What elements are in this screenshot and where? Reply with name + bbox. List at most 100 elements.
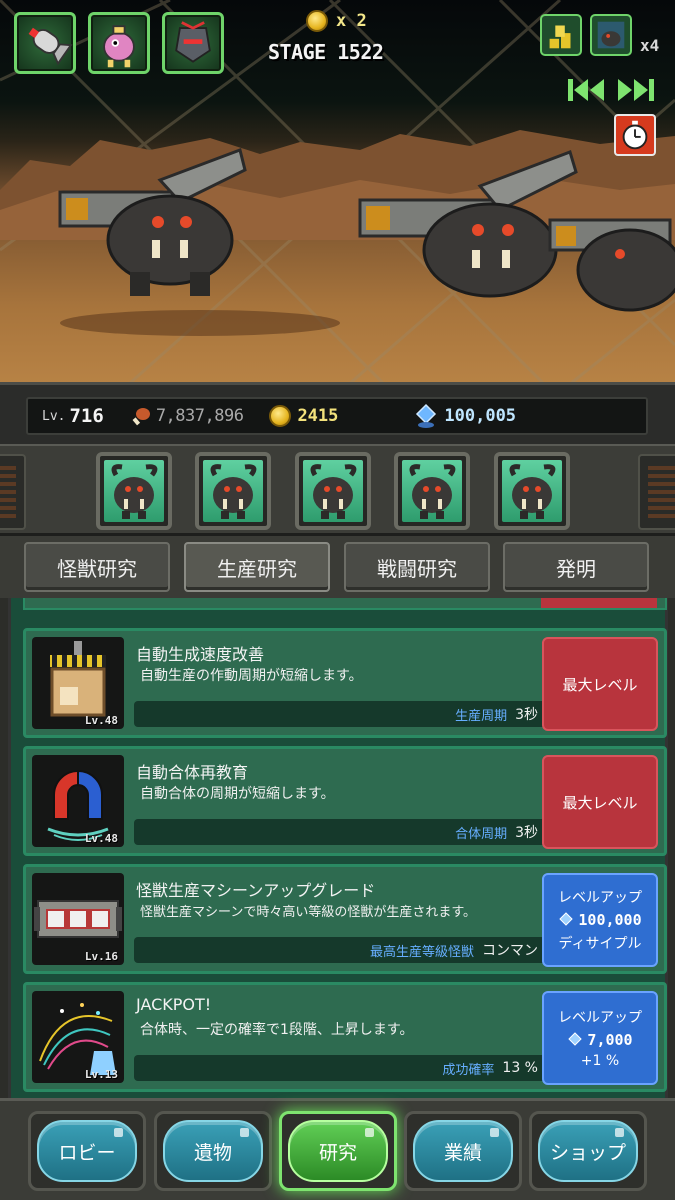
nav-lobby-pill: ロビー [37,1120,137,1182]
beast-monster-icon [409,464,456,519]
research-level: Lv.13 [84,1068,118,1081]
gem-icon [559,912,574,926]
beast-monster-icon [509,464,556,519]
fast-forward-icon [618,79,654,101]
monster-slot[interactable] [195,452,271,530]
gem-icon [568,1032,583,1046]
level-up-cost-value: 7,000 [587,1031,633,1049]
gem-count: 100,005 [444,406,517,426]
research-thumb: Lv.16 [32,873,124,965]
monster-slot[interactable] [295,452,371,530]
stage-label: STAGE 1522 [268,40,384,64]
gold-count: 2415 [297,406,339,426]
research-level: Lv.16 [84,950,118,963]
tab-monster-research[interactable]: 怪獣研究 [24,542,170,592]
gem-icon [416,403,437,428]
gold-coin-icon [269,405,292,427]
nav-shop-label: ショップ [549,1141,626,1164]
vent-right [638,454,675,530]
player-level-value: 716 [69,405,104,427]
beast-monster [548,218,675,312]
research-description: 合体時、一定の確率で1段階、上昇します。 [140,1022,414,1038]
gold-stack-button[interactable] [540,14,582,56]
stat-value: 3秒 [515,707,538,723]
research-level: Lv.48 [84,832,118,845]
research-description: 怪獣生産マシーンで時々高い等級の怪獣が生産されます。 [140,905,477,920]
timer-button[interactable] [614,114,656,156]
stat-label: 成功確率 [442,1062,495,1078]
research-list[interactable]: Lv.48 自動生成速度改善 自動生産の作動周期が短縮します。 生産周期 3秒 … [0,598,675,1098]
nav-relics-label: 遺物 [193,1141,232,1164]
bomb-portrait-button[interactable] [14,12,76,74]
max-level-button[interactable]: 最大レベル [542,755,658,849]
partial-card [23,598,667,610]
research-description: 自動生産の作動周期が短縮します。 [140,668,363,684]
beast-monster-icon [210,464,257,519]
robot-chicken-portrait-button[interactable] [88,12,150,74]
beast-monster-slot [402,460,462,522]
level-up-cost-value: 100,000 [578,911,642,929]
coin-icon [306,10,328,32]
beast-monster-slot [303,460,363,522]
skull-knight-portrait-button[interactable] [162,12,224,74]
resource-panel: Lv. 716 7,837,896 2415 100,005 [26,397,648,435]
tab-battle-research[interactable]: 戦闘研究 [344,542,490,592]
research-stat: 生産周期 3秒 [134,701,548,727]
beast-monster-icon [111,464,158,519]
bottom-navigation: ロビー 遺物 研究 業績 ショップ [0,1098,675,1200]
nav-achievements-pill: 業績 [413,1120,513,1182]
research-title: 自動生成速度改善 [136,645,265,664]
nav-relics-pill: 遺物 [163,1120,263,1182]
level-up-label: レベルアップ [558,1010,642,1026]
level-up-button[interactable]: レベルアップ 7,000 +1 % [542,991,658,1085]
research-card-machine-upgrade: Lv.16 怪獣生産マシーンアップグレード 怪獣生産マシーンで時々高い等級の怪獣… [23,864,667,974]
monster-slot[interactable] [96,452,172,530]
monster-slot[interactable] [394,452,470,530]
nav-research-button[interactable]: 研究 [279,1111,397,1191]
fast-forward-button[interactable] [616,76,656,104]
max-level-button[interactable]: 最大レベル [542,637,658,731]
coin-multiplier: x 2 [306,10,367,32]
nav-relics-button[interactable]: 遺物 [154,1111,272,1191]
beast-monster-slot [502,460,562,522]
research-thumb: Lv.13 [32,991,124,1083]
research-stat: 成功確率 13 % [134,1055,548,1081]
rewind-icon [568,79,604,101]
skull-knight-icon [175,21,211,63]
level-up-cost: 7,000 [567,1031,633,1049]
gold-stack-icon [549,25,571,49]
nav-shop-button[interactable]: ショップ [529,1111,647,1191]
tab-production-research[interactable]: 生産研究 [184,542,330,592]
ground-shadow [60,310,340,336]
nav-lobby-button[interactable]: ロビー [28,1111,146,1191]
bomb-icon [28,27,73,66]
stat-value: コンマン [482,943,538,959]
research-tabs: 怪獣研究 生産研究 戦闘研究 発明 [0,536,675,598]
level-up-next: +1 % [580,1053,620,1069]
meat-count: 7,837,896 [155,406,244,426]
nav-research-label: 研究 [318,1141,357,1164]
player-level-label: Lv. [42,408,66,424]
research-title: 怪獣生産マシーンアップグレード [136,881,376,900]
stat-label: 生産周期 [455,708,508,724]
research-stat: 最高生産等級怪獣 コンマン [134,937,548,963]
tab-invention[interactable]: 発明 [503,542,649,592]
nav-achievements-label: 業績 [443,1141,482,1164]
monster-card-button[interactable] [590,14,632,56]
battle-scene: x 2 STAGE 1522 x4 [0,0,675,392]
level-up-button[interactable]: レベルアップ 100,000 ディサイプル [542,873,658,967]
beast-monster-slot [104,460,164,522]
coin-multiplier-text: x 2 [336,11,367,31]
rewind-button[interactable] [566,76,606,104]
research-level: Lv.48 [84,714,118,727]
monster-card-icon [597,21,625,49]
vent-left [0,454,26,530]
research-title: JACKPOT! [136,995,212,1014]
research-card-auto-merge: Lv.48 自動合体再教育 自動合体の周期が短縮します。 合体周期 3秒 最大レ… [23,746,667,856]
nav-shop-pill: ショップ [538,1120,638,1182]
nav-achievements-button[interactable]: 業績 [404,1111,522,1191]
level-up-cost: 100,000 [558,911,642,929]
robot-chicken-icon [103,25,135,68]
monster-slot[interactable] [494,452,570,530]
stat-value: 3秒 [515,825,538,841]
